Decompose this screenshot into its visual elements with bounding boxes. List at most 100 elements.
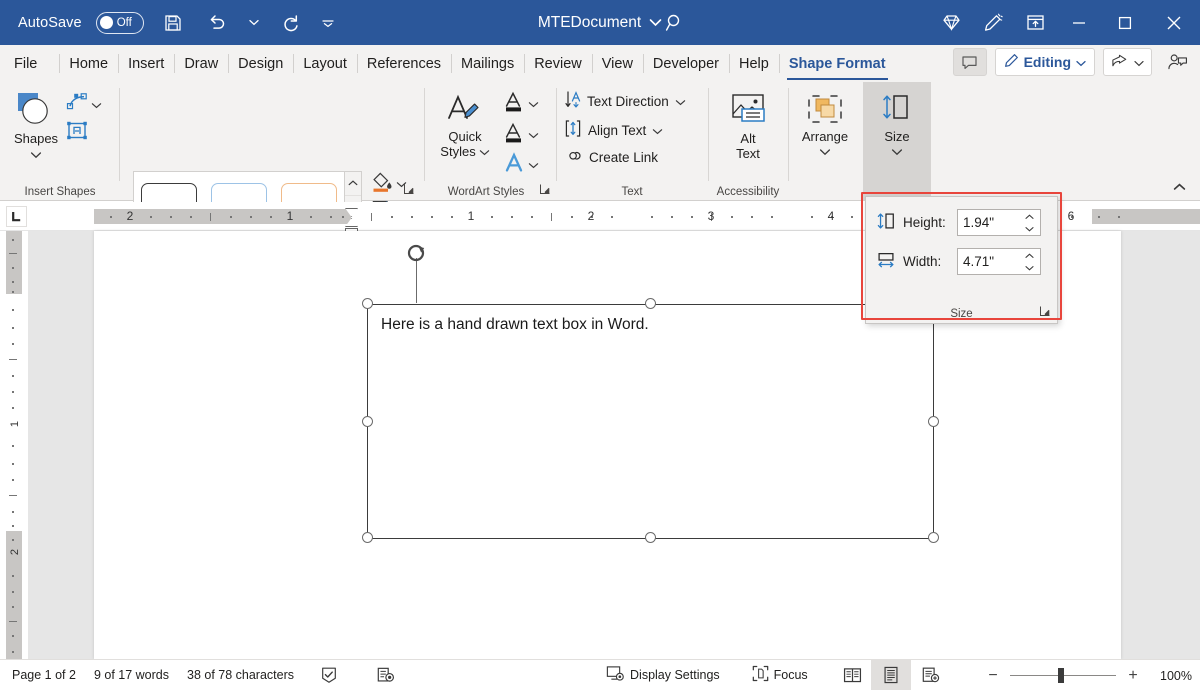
focus-button[interactable]: Focus — [743, 660, 817, 690]
shape-fill-button[interactable] — [371, 171, 407, 196]
chevron-down-icon — [396, 176, 407, 191]
height-increase-icon[interactable] — [1020, 213, 1038, 222]
height-spinner[interactable] — [957, 209, 1041, 236]
width-spin-arrows[interactable] — [1020, 249, 1038, 276]
text-box-shape[interactable]: Here is a hand drawn text box in Word. — [367, 304, 934, 539]
tab-mailings[interactable]: Mailings — [451, 45, 524, 82]
tab-file[interactable]: File — [0, 45, 51, 82]
arrange-icon — [805, 92, 845, 129]
customize-quick-access-icon[interactable] — [320, 8, 336, 38]
web-layout-icon[interactable] — [911, 660, 951, 690]
proofing-errors-icon[interactable] — [315, 660, 343, 690]
tab-view[interactable]: View — [592, 45, 643, 82]
size-dialog-launcher[interactable] — [1039, 305, 1051, 320]
text-outline-button[interactable] — [503, 122, 539, 147]
word-count[interactable]: 9 of 17 words — [85, 660, 178, 690]
width-increase-icon[interactable] — [1020, 252, 1038, 261]
draw-pen-icon[interactable] — [972, 0, 1014, 45]
tab-layout[interactable]: Layout — [293, 45, 357, 82]
tab-draw[interactable]: Draw — [174, 45, 228, 82]
width-input[interactable] — [958, 250, 1016, 273]
ribbon-group-label-insert-shapes: Insert Shapes — [0, 186, 120, 198]
gallery-scroll-up-icon[interactable] — [345, 172, 361, 196]
rotation-handle[interactable] — [405, 241, 427, 263]
chevron-down-icon — [1134, 55, 1144, 70]
arrange-button[interactable]: Arrange — [796, 92, 854, 159]
diamond-icon[interactable] — [930, 0, 972, 45]
draw-text-box-button[interactable] — [66, 120, 88, 144]
width-spinner[interactable] — [957, 248, 1041, 275]
create-link-button[interactable]: Create Link — [565, 148, 658, 166]
accessibility-checker-icon[interactable] — [371, 660, 399, 690]
resize-handle-top-left[interactable] — [362, 298, 373, 309]
vruler-top-margin — [6, 231, 22, 294]
zoom-out-icon[interactable]: − — [985, 660, 1001, 690]
vertical-ruler[interactable]: 1 2 — [0, 231, 28, 659]
share-icon — [1111, 53, 1128, 72]
zoom-slider[interactable] — [1010, 660, 1116, 690]
resize-handle-middle-right[interactable] — [928, 416, 939, 427]
minimize-icon[interactable] — [1056, 0, 1102, 45]
ribbon-group-label-text: Text — [557, 186, 707, 198]
ribbon-display-options-icon[interactable] — [1014, 0, 1056, 45]
tab-help[interactable]: Help — [729, 45, 779, 82]
maximize-icon[interactable] — [1102, 0, 1148, 45]
quick-styles-button[interactable]: Quick Styles — [433, 92, 497, 159]
close-icon[interactable] — [1148, 0, 1200, 45]
save-icon[interactable] — [158, 8, 188, 38]
text-direction-button[interactable]: Text Direction — [565, 90, 686, 112]
width-decrease-icon[interactable] — [1020, 264, 1038, 273]
tab-stop-selector[interactable] — [6, 206, 27, 227]
resize-handle-top-center[interactable] — [645, 298, 656, 309]
size-label: Size — [884, 129, 909, 144]
focus-icon — [752, 665, 769, 685]
resize-handle-bottom-right[interactable] — [928, 532, 939, 543]
search-icon[interactable] — [660, 8, 690, 38]
align-text-button[interactable]: Align Text — [565, 119, 663, 141]
editing-mode-button[interactable]: Editing — [995, 48, 1095, 76]
alt-text-icon — [727, 92, 769, 131]
print-layout-icon[interactable] — [871, 660, 911, 690]
size-popup-group-label: Size — [866, 308, 1057, 320]
tab-references[interactable]: References — [357, 45, 451, 82]
comment-icon[interactable] — [953, 48, 987, 76]
text-fill-button[interactable] — [503, 91, 539, 116]
tab-developer[interactable]: Developer — [643, 45, 729, 82]
tab-review[interactable]: Review — [524, 45, 592, 82]
autosave-toggle[interactable]: Off — [96, 12, 144, 34]
tab-shape-format[interactable]: Shape Format — [779, 45, 896, 82]
edit-shape-button[interactable] — [66, 92, 102, 116]
shapes-button[interactable]: Shapes — [8, 90, 64, 162]
text-box-content[interactable]: Here is a hand drawn text box in Word. — [381, 316, 649, 334]
tab-insert[interactable]: Insert — [118, 45, 174, 82]
tab-home[interactable]: Home — [59, 45, 118, 82]
collaborate-icon[interactable] — [1160, 48, 1194, 76]
vruler-number: 2 — [9, 549, 21, 555]
shapes-icon — [14, 90, 58, 131]
read-mode-icon[interactable] — [835, 660, 871, 690]
height-input[interactable] — [958, 211, 1016, 234]
wordart-styles-dialog-launcher[interactable] — [539, 183, 551, 198]
tab-design[interactable]: Design — [228, 45, 293, 82]
height-spin-arrows[interactable] — [1020, 210, 1038, 237]
resize-handle-bottom-left[interactable] — [362, 532, 373, 543]
undo-dropdown-icon[interactable] — [246, 8, 262, 38]
resize-handle-middle-left[interactable] — [362, 416, 373, 427]
height-decrease-icon[interactable] — [1020, 225, 1038, 234]
collapse-ribbon-icon[interactable] — [1168, 178, 1190, 196]
undo-icon[interactable] — [202, 8, 232, 38]
size-button[interactable]: Size — [868, 92, 926, 159]
resize-handle-bottom-center[interactable] — [645, 532, 656, 543]
character-count[interactable]: 38 of 78 characters — [178, 660, 303, 690]
display-settings-button[interactable]: Display Settings — [597, 660, 729, 690]
share-button[interactable] — [1103, 48, 1152, 76]
zoom-slider-thumb[interactable] — [1058, 668, 1064, 683]
text-effects-button[interactable] — [503, 152, 539, 177]
zoom-level-label[interactable]: 100% — [1150, 669, 1192, 683]
redo-icon[interactable] — [276, 8, 306, 38]
zoom-in-icon[interactable]: + — [1125, 660, 1141, 690]
alt-text-button[interactable]: Alt Text — [719, 92, 777, 161]
display-settings-icon — [606, 665, 625, 685]
quick-styles-label-line2: Styles — [440, 144, 475, 159]
page-indicator[interactable]: Page 1 of 2 — [0, 660, 85, 690]
